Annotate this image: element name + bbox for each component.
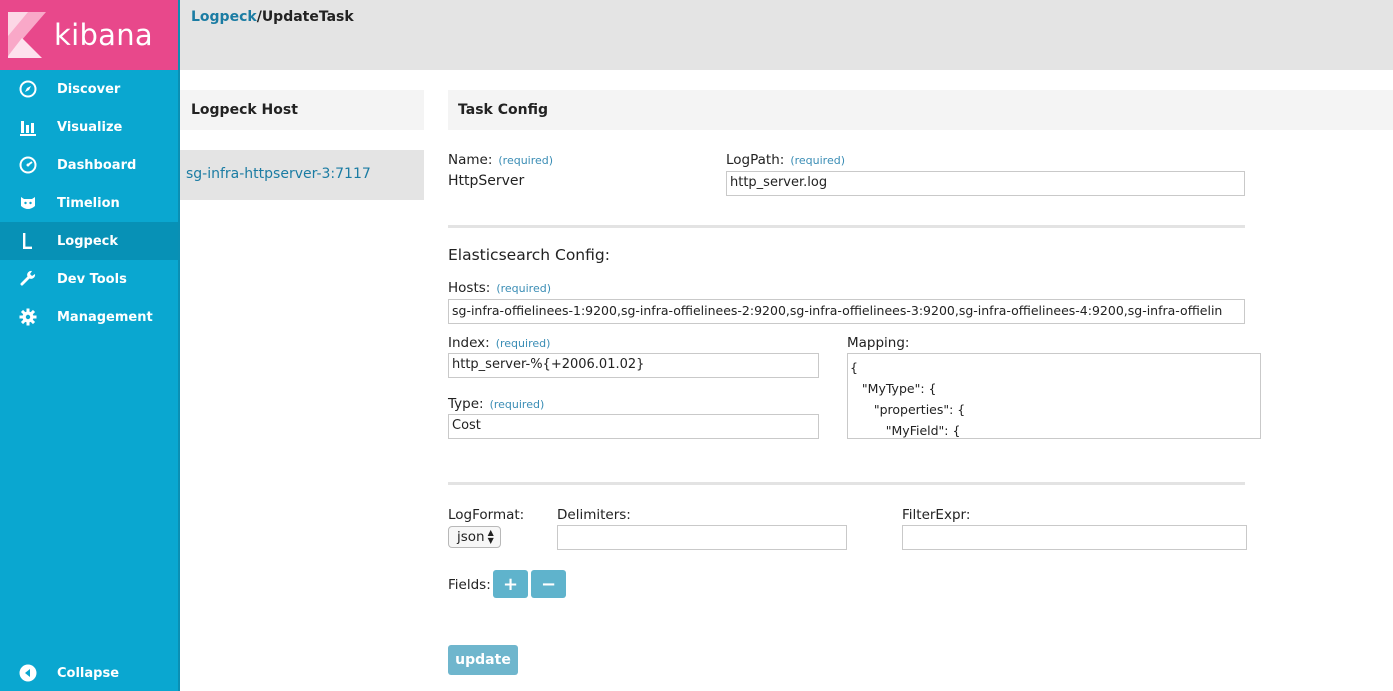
logformat-select[interactable]: json ▲ ▼ <box>448 526 501 548</box>
update-button[interactable]: update <box>448 645 518 675</box>
name-value: HttpServer <box>448 173 525 189</box>
breadcrumb: Logpeck/UpdateTask <box>191 9 354 25</box>
compass-icon <box>18 79 38 99</box>
type-label-text: Type: <box>448 396 484 412</box>
nav-label: Dashboard <box>57 157 137 173</box>
hosts-input[interactable]: sg-infra-offielinees-1:9200,sg-infra-off… <box>448 299 1245 324</box>
required-hint: (required) <box>496 282 552 295</box>
breadcrumb-link-logpeck[interactable]: Logpeck <box>191 9 257 25</box>
dashboard-icon <box>18 155 38 175</box>
divider <box>448 482 1245 485</box>
logpath-label: LogPath: (required) <box>726 152 845 168</box>
nav-item-dev-tools[interactable]: Dev Tools <box>0 260 178 298</box>
logpath-label-text: LogPath: <box>726 152 785 168</box>
index-label-text: Index: <box>448 335 490 351</box>
brand-name: kibana <box>54 18 153 52</box>
name-label: Name: (required) <box>448 152 553 168</box>
host-panel-title: Logpeck Host <box>180 90 424 130</box>
gear-icon <box>18 307 38 327</box>
fields-label: Fields: <box>448 577 491 593</box>
required-hint: (required) <box>498 154 554 167</box>
index-label: Index: (required) <box>448 335 550 351</box>
kibana-logo-icon <box>8 12 46 58</box>
nav-label: Discover <box>57 81 121 97</box>
nav-label: Management <box>57 309 153 325</box>
type-input[interactable]: Cost <box>448 414 819 439</box>
timelion-icon <box>18 193 38 213</box>
mapping-textarea[interactable]: { "MyType": { "properties": { "MyField":… <box>847 353 1261 439</box>
nav-item-timelion[interactable]: Timelion <box>0 184 178 222</box>
logpath-input[interactable]: http_server.log <box>726 171 1245 196</box>
filterexpr-label: FilterExpr: <box>902 507 971 523</box>
host-panel: Logpeck Host sg-infra-httpserver-3:7117 <box>180 90 424 200</box>
nav-label: Visualize <box>57 119 123 135</box>
hosts-label: Hosts: (required) <box>448 280 551 296</box>
add-field-button[interactable]: + <box>493 570 528 598</box>
collapse-button[interactable]: Collapse <box>0 655 178 691</box>
bar-chart-icon <box>18 117 38 137</box>
top-bar: Logpeck/UpdateTask <box>180 0 1393 70</box>
collapse-label: Collapse <box>57 665 120 681</box>
delimiters-input[interactable] <box>557 525 847 550</box>
required-hint: (required) <box>790 154 846 167</box>
wrench-icon <box>18 269 38 289</box>
logpeck-icon <box>18 231 38 251</box>
nav-item-discover[interactable]: Discover <box>0 70 178 108</box>
sidebar: kibana Discover Visualize Dashboard Time… <box>0 0 180 691</box>
hosts-label-text: Hosts: <box>448 280 491 296</box>
delimiters-label: Delimiters: <box>557 507 631 523</box>
elasticsearch-config-heading: Elasticsearch Config: <box>448 246 610 264</box>
nav-item-management[interactable]: Management <box>0 298 178 336</box>
select-arrows-icon: ▲ ▼ <box>487 528 494 545</box>
divider <box>448 225 1245 228</box>
remove-field-button[interactable]: − <box>531 570 566 598</box>
name-label-text: Name: <box>448 152 493 168</box>
breadcrumb-current: UpdateTask <box>261 9 354 25</box>
host-item[interactable]: sg-infra-httpserver-3:7117 <box>180 150 424 200</box>
nav-label: Timelion <box>57 195 120 211</box>
logformat-selected: json <box>457 529 485 545</box>
task-config-title: Task Config <box>448 90 1393 130</box>
nav-item-visualize[interactable]: Visualize <box>0 108 178 146</box>
brand[interactable]: kibana <box>0 0 178 70</box>
nav-label: Dev Tools <box>57 271 127 287</box>
mapping-label: Mapping: <box>847 335 910 351</box>
filterexpr-input[interactable] <box>902 525 1247 550</box>
nav-item-dashboard[interactable]: Dashboard <box>0 146 178 184</box>
logformat-label: LogFormat: <box>448 507 525 523</box>
nav-label: Logpeck <box>57 233 118 249</box>
required-hint: (required) <box>489 398 545 411</box>
collapse-icon <box>18 663 38 683</box>
type-label: Type: (required) <box>448 396 544 412</box>
nav-item-logpeck[interactable]: Logpeck <box>0 222 178 260</box>
required-hint: (required) <box>495 337 551 350</box>
index-input[interactable]: http_server-%{+2006.01.02} <box>448 353 819 378</box>
